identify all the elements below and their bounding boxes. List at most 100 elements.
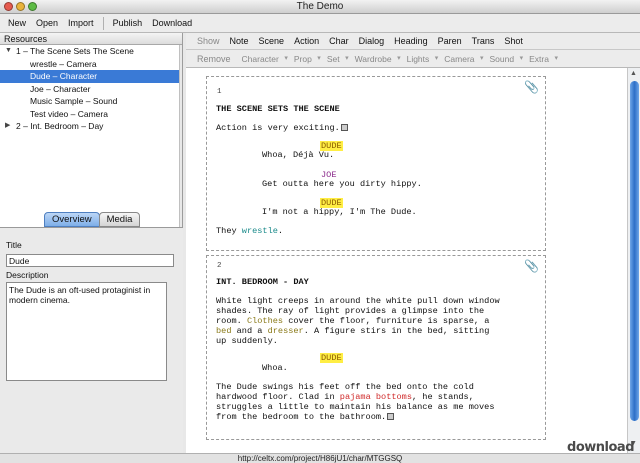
action-text: hardwood floor. Clad in pajama bottoms, … [216, 392, 536, 402]
dialog-line: Whoa, Déjà Vu. [262, 150, 335, 160]
publish-button[interactable]: Publish [108, 18, 148, 28]
prop-tag[interactable]: dresser [268, 326, 304, 336]
character-dropdown[interactable]: Character [236, 54, 289, 64]
action-block: The Dude swings his feet off the bed ont… [216, 382, 536, 422]
action-text: . A figure stirs in the bed, sitting [303, 326, 490, 336]
wardrobe-tag[interactable]: Clothes [247, 316, 283, 326]
window-titlebar: The Demo [0, 0, 640, 14]
scene-heading: INT. BEDROOM - DAY [216, 277, 309, 287]
tree-item-label: Joe – Character [30, 83, 91, 94]
tree-item-wrestle[interactable]: wrestle – Camera [0, 58, 179, 71]
shot-button[interactable]: Shot [499, 36, 528, 46]
dialog-line: Whoa. [262, 363, 288, 373]
tab-media[interactable]: Media [98, 212, 141, 227]
window-title: The Demo [296, 1, 344, 12]
action-text: , he stands, [411, 392, 474, 402]
toolbar-divider [102, 16, 104, 30]
set-dropdown[interactable]: Set [321, 54, 349, 64]
action-text: White light creeps in around the white p… [216, 296, 500, 306]
action-button[interactable]: Action [289, 36, 324, 46]
action-line: They wrestle. [216, 226, 536, 236]
action-text: Action is very exciting. [216, 123, 340, 133]
camera-dropdown[interactable]: Camera [438, 54, 483, 64]
action-text: from the bedroom to the bathroom. [216, 412, 536, 422]
dialog-button[interactable]: Dialog [354, 36, 390, 46]
tree-item-scene-1[interactable]: ▼ 1 – The Scene Sets The Scene [0, 45, 179, 58]
trans-button[interactable]: Trans [467, 36, 500, 46]
tree-item-joe[interactable]: Joe – Character [0, 83, 179, 96]
char-button[interactable]: Char [324, 36, 354, 46]
tree-item-label: The Scene Sets The Scene [30, 46, 134, 56]
action-text: bed and a dresser. A figure stirs in the… [216, 326, 536, 336]
camera-tag[interactable]: wrestle [242, 226, 278, 236]
tree-item-music-sample[interactable]: Music Sample – Sound [0, 95, 179, 108]
tab-overview[interactable]: Overview [44, 212, 100, 227]
paren-button[interactable]: Paren [433, 36, 467, 46]
action-block: White light creeps in around the white p… [216, 296, 536, 346]
vertical-scrollbar[interactable]: ▲ ▼ [627, 68, 640, 453]
action-text: up suddenly. [216, 336, 278, 346]
page-number: 1 [217, 88, 222, 96]
scene-heading: THE SCENE SETS THE SCENE [216, 104, 340, 114]
prop-tag[interactable]: bed [216, 326, 231, 336]
open-button[interactable]: Open [31, 18, 63, 28]
scene-number: 2 [16, 121, 21, 131]
note-button[interactable]: Note [225, 36, 254, 46]
action-text: struggles a little to maintain his balan… [216, 402, 495, 412]
extra-dropdown[interactable]: Extra [523, 54, 558, 64]
watermark-logo: download [567, 440, 634, 455]
cursor-mark-icon [387, 413, 395, 420]
title-field[interactable]: Dude [6, 254, 174, 267]
page-number: 2 [217, 262, 222, 270]
scene-button[interactable]: Scene [254, 36, 290, 46]
disclosure-closed-icon[interactable]: ▶ [5, 120, 10, 133]
element-format-bar: Show Note Scene Action Char Dialog Headi… [186, 33, 640, 50]
action-text: shades. The ray of light provides a glim… [216, 306, 485, 316]
heading-button[interactable]: Heading [389, 36, 433, 46]
wardrobe-tag[interactable]: pajama bottoms [340, 392, 412, 402]
script-editor[interactable]: 1 📎 THE SCENE SETS THE SCENE Action is v… [186, 68, 627, 453]
scene-number: 1 [16, 46, 21, 56]
tree-item-dude[interactable]: Dude – Character [0, 70, 179, 83]
main-toolbar: New Open Import Publish Download [0, 14, 640, 33]
paperclip-icon[interactable]: 📎 [524, 260, 539, 272]
tree-item-test-video[interactable]: Test video – Camera [0, 108, 179, 121]
wardrobe-dropdown[interactable]: Wardrobe [349, 54, 401, 64]
description-field[interactable]: The Dude is an oft-used protaginist in m… [6, 282, 167, 381]
action-text: They [216, 226, 242, 236]
action-text: and a [231, 326, 268, 336]
character-cue: DUDE [320, 353, 343, 363]
action-line: Action is very exciting. [216, 123, 536, 133]
show-button[interactable]: Show [192, 36, 225, 46]
tree-item-label: Test video – Camera [30, 108, 108, 119]
sound-dropdown[interactable]: Sound [484, 54, 524, 64]
scroll-up-icon[interactable]: ▲ [630, 70, 637, 77]
action-text: hardwood floor. Clad in [216, 392, 340, 402]
action-text: room. [216, 316, 247, 326]
title-label: Title [6, 240, 22, 250]
status-bar: http://celtx.com/project/H86jU1/char/MTG… [0, 453, 640, 463]
script-page-2: 2 📎 INT. BEDROOM - DAY White light creep… [206, 255, 546, 440]
prop-dropdown[interactable]: Prop [288, 54, 321, 64]
tree-item-label: Music Sample – Sound [30, 96, 118, 106]
breakdown-bar: Remove Character Prop Set Wardrobe Light… [186, 50, 640, 68]
remove-button[interactable]: Remove [192, 54, 236, 64]
left-panel: Resources ▼ 1 – The Scene Sets The Scene… [0, 33, 183, 453]
new-button[interactable]: New [3, 18, 31, 28]
disclosure-open-icon[interactable]: ▼ [5, 45, 12, 58]
description-label: Description [6, 270, 49, 280]
tree-item-label: Dude – Character [30, 71, 98, 81]
import-button[interactable]: Import [63, 18, 99, 28]
action-text: room. Clothes cover the floor, furniture… [216, 316, 536, 326]
lights-dropdown[interactable]: Lights [401, 54, 439, 64]
tree-item-scene-2[interactable]: ▶ 2 – Int. Bedroom – Day [0, 120, 179, 133]
dialog-line: I'm not a hippy, I'm The Dude. [262, 207, 417, 217]
action-text: cover the floor, furniture is sparse, a [283, 316, 490, 326]
scrollbar-thumb[interactable] [630, 81, 639, 421]
download-button[interactable]: Download [147, 18, 197, 28]
paperclip-icon[interactable]: 📎 [524, 81, 539, 93]
tree-item-label: Int. Bedroom – Day [30, 121, 104, 131]
script-page-1: 1 📎 THE SCENE SETS THE SCENE Action is v… [206, 76, 546, 251]
cursor-mark-icon [340, 124, 348, 131]
detail-tabs: Overview Media [44, 212, 141, 227]
